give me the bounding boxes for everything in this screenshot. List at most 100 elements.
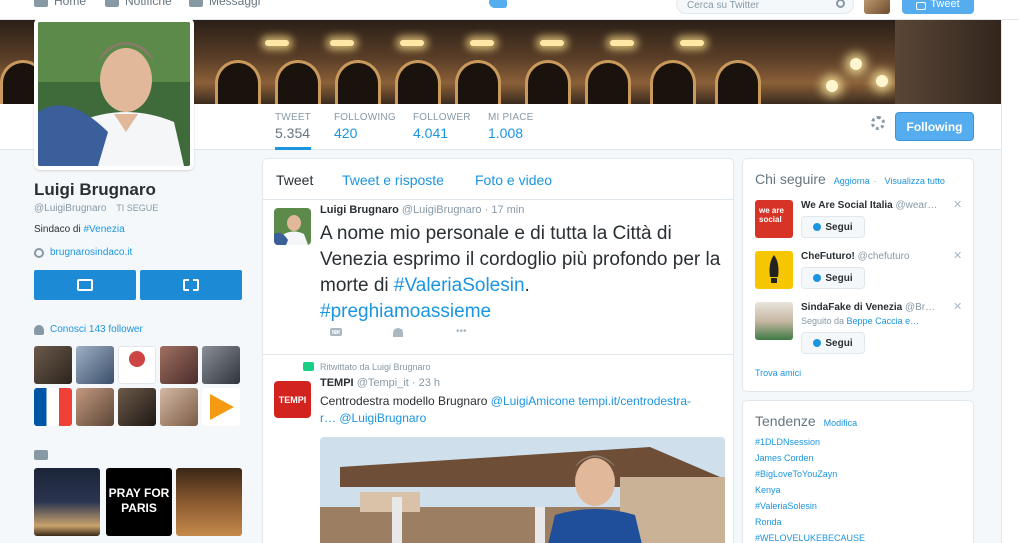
stat-tweets[interactable]: TWEET 5.354: [275, 112, 311, 150]
retweet-icon: [330, 328, 342, 336]
edit-icon: [77, 279, 93, 291]
profile-avatar[interactable]: [34, 18, 194, 170]
bio-text: Sindaco di: [34, 224, 84, 235]
stat-following-label: FOLLOWING: [334, 112, 396, 123]
view-all-link[interactable]: Visualizza tutto: [885, 176, 945, 186]
trends-card: Tendenze Modifica #1DLDNsession James Co…: [742, 400, 974, 543]
gear-icon[interactable]: [871, 116, 885, 130]
like-action[interactable]: 37: [393, 328, 403, 338]
mention-link[interactable]: @LuigiBrugnaro: [339, 411, 426, 425]
suggestion-avatar[interactable]: we are social: [755, 200, 793, 238]
follower-avatar[interactable]: [118, 346, 156, 384]
tweet-time[interactable]: · 17 min: [485, 204, 525, 216]
nav-home-label: Home: [54, 0, 87, 8]
stat-followers-value: 4.041: [413, 125, 449, 141]
nav-messages[interactable]: Messaggi: [189, 0, 260, 8]
tweet-media-image[interactable]: [320, 437, 725, 543]
nav-notifications[interactable]: Notifiche: [105, 0, 172, 8]
trend-item[interactable]: #1DLDNsession: [755, 437, 820, 447]
tweet-author-avatar[interactable]: TEMPI: [274, 381, 311, 418]
tweet-author-handle[interactable]: @LuigiBrugnaro: [402, 204, 482, 216]
follower-avatar[interactable]: [160, 346, 198, 384]
bio-hashtag-link[interactable]: #Venezia: [83, 224, 124, 235]
refresh-link[interactable]: Aggiorna: [834, 176, 870, 186]
stat-following[interactable]: FOLLOWING 420: [334, 112, 396, 141]
who-to-follow-card: Chi seguire Aggiorna · Visualizza tutto …: [742, 158, 974, 392]
mention-link[interactable]: @LuigiAmicone: [491, 394, 575, 408]
follower-avatar[interactable]: [34, 346, 72, 384]
follower-avatar[interactable]: [34, 388, 72, 426]
tweet-item-retweet[interactable]: Ritwittato da Luigi Brugnaro TEMPI TEMPI…: [263, 355, 733, 543]
follower-avatar[interactable]: [118, 388, 156, 426]
find-friends-link[interactable]: Trova amici: [755, 368, 801, 378]
stat-likes-value: 1.008: [488, 125, 524, 141]
follower-avatar[interactable]: [202, 346, 240, 384]
tweet-author-name[interactable]: TEMPI: [320, 377, 354, 389]
following-button[interactable]: Following: [895, 112, 974, 141]
suggestion-name[interactable]: We Are Social Italia: [801, 200, 893, 211]
url-link[interactable]: tempi.it/centrodestra-: [578, 394, 691, 408]
suggestion-name[interactable]: CheFuturo!: [801, 251, 855, 262]
trend-item[interactable]: #BigLoveToYouZayn: [755, 469, 837, 479]
retweet-action[interactable]: 39: [330, 328, 342, 338]
tab-tweets-and-replies[interactable]: Tweet e risposte: [342, 172, 444, 188]
stat-followers[interactable]: FOLLOWER 4.041: [413, 112, 471, 141]
nav-home[interactable]: Home: [34, 0, 86, 8]
tweet-author-name[interactable]: Luigi Brugnaro: [320, 204, 399, 216]
retweeted-by[interactable]: Ritwittato da Luigi Brugnaro: [320, 362, 431, 372]
photo-thumbnail-pray-for-paris[interactable]: PRAY FOR PARIS: [106, 468, 172, 536]
tab-tweets[interactable]: Tweet: [276, 172, 313, 188]
tweet-author-avatar[interactable]: [274, 208, 311, 245]
stat-likes[interactable]: MI PIACE 1.008: [488, 112, 534, 141]
profile-name[interactable]: Luigi Brugnaro: [34, 180, 156, 200]
trend-item[interactable]: Ronda: [755, 517, 782, 527]
trend-item[interactable]: James Corden: [755, 453, 814, 463]
link-icon: [31, 245, 47, 260]
profile-url-link[interactable]: brugnarosindaco.it: [50, 247, 132, 258]
photo-thumbnail[interactable]: [176, 468, 242, 536]
change-trends-link[interactable]: Modifica: [824, 418, 858, 428]
trend-item[interactable]: #WELOVELUKEBECAUSE: [755, 533, 865, 543]
follower-avatar[interactable]: [202, 388, 240, 426]
twitter-bird-icon[interactable]: [489, 0, 507, 8]
follow-button[interactable]: Segui: [801, 216, 865, 238]
home-icon: [34, 0, 48, 7]
follow-button[interactable]: Segui: [801, 332, 865, 354]
follower-avatar[interactable]: [76, 346, 114, 384]
more-actions[interactable]: •••: [456, 326, 467, 337]
trend-item[interactable]: Kenya: [755, 485, 781, 495]
scrollbar[interactable]: [1001, 20, 1019, 543]
follower-avatar[interactable]: [160, 388, 198, 426]
follower-avatar[interactable]: [76, 388, 114, 426]
photo-thumbnail[interactable]: [34, 468, 100, 536]
follow-button[interactable]: Segui: [801, 267, 865, 289]
close-icon[interactable]: ✕: [953, 300, 962, 313]
compose-tweet-button[interactable]: Tweet: [902, 0, 974, 14]
compose-icon: [916, 2, 927, 10]
tweet-time[interactable]: · 23 h: [412, 377, 440, 389]
trend-item[interactable]: #ValeriaSolesin: [755, 501, 817, 511]
tweet-item[interactable]: Luigi Brugnaro @LuigiBrugnaro · 17 min A…: [263, 200, 733, 355]
close-icon[interactable]: ✕: [953, 198, 962, 211]
stat-following-value: 420: [334, 125, 358, 141]
follow-button-label: Segui: [825, 337, 853, 349]
edit-button[interactable]: [34, 270, 136, 300]
hashtag-link[interactable]: #ValeriaSolesin: [394, 275, 525, 296]
suggestion-avatar[interactable]: [755, 302, 793, 340]
tab-photos-and-videos[interactable]: Foto e video: [475, 172, 552, 188]
search-input[interactable]: Cerca su Twitter: [676, 0, 854, 14]
account-avatar[interactable]: [864, 0, 890, 14]
followers-you-know-link[interactable]: Conosci 143 follower: [50, 324, 143, 335]
suggestion-handle: @chefuturo: [857, 251, 910, 262]
followed-by-link[interactable]: Beppe Caccia e…: [847, 316, 920, 326]
hashtag-link[interactable]: #preghiamoassieme: [320, 301, 491, 322]
tweet-author-handle[interactable]: @Tempi_it: [357, 377, 409, 389]
followers-you-know[interactable]: Conosci 143 follower: [34, 324, 143, 335]
search-icon[interactable]: [836, 0, 845, 8]
close-icon[interactable]: ✕: [953, 249, 962, 262]
add-person-icon: [813, 339, 822, 347]
url-link-continued[interactable]: r…: [320, 411, 336, 425]
suggestion-avatar[interactable]: [755, 251, 793, 289]
crop-button[interactable]: [140, 270, 242, 300]
suggestion-name[interactable]: SindaFake di Venezia: [801, 302, 902, 313]
